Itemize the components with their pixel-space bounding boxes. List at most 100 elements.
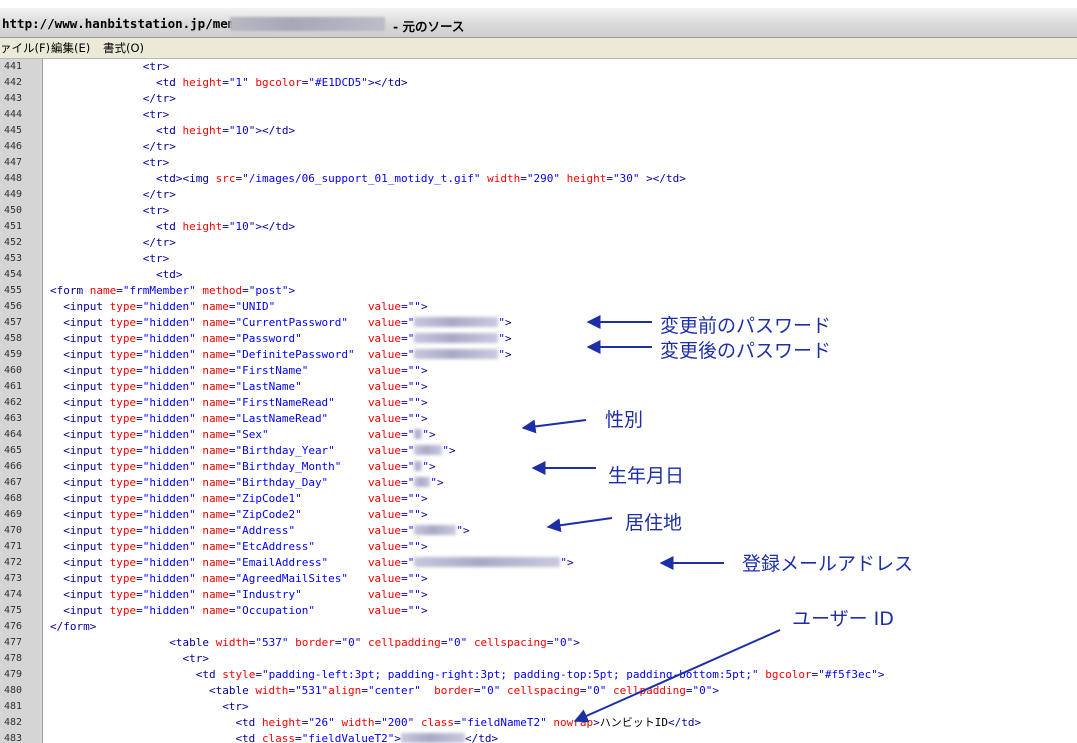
code-tag: <input — [63, 508, 110, 521]
code-value: " — [407, 476, 415, 489]
code-tag: = — [242, 284, 249, 297]
code-tag: <td — [195, 668, 223, 681]
code-value: "" — [407, 572, 421, 585]
code-value: "frmMember" — [122, 284, 196, 297]
code-tag: = — [136, 316, 143, 329]
code-text: <tr> — [50, 699, 249, 715]
annotation-current-password: 変更前のパスワード — [660, 315, 832, 337]
code-tag: <td — [235, 716, 262, 729]
code-tag: </tr> — [142, 188, 176, 201]
code-text: </tr> — [50, 235, 176, 251]
source-view-window: http://www.hanbitstation.jp/memb - 元のソース… — [0, 0, 1077, 743]
code-tag: > — [436, 476, 444, 489]
code-text: <input type="hidden" name="Birthday_Day"… — [50, 475, 444, 491]
code-text: <input type="hidden" name="AgreedMailSit… — [50, 571, 427, 587]
code-attr: value — [367, 556, 402, 569]
code-line: 454 <td> — [0, 267, 1077, 283]
line-number: 442 — [4, 77, 23, 88]
code-value: "" — [407, 300, 421, 313]
code-value: "hidden" — [142, 572, 196, 585]
code-tag: <input — [63, 460, 110, 473]
code-tag: <input — [63, 572, 110, 585]
code-text: <tr> — [50, 107, 170, 123]
code-tag: = — [401, 332, 408, 345]
line-number: 469 — [4, 509, 23, 520]
code-line: 451 <td height="10"></td> — [0, 219, 1077, 235]
code-attr: value — [367, 380, 402, 393]
line-number: 481 — [4, 701, 23, 712]
code-tag — [275, 300, 368, 313]
code-line: 473 <input type="hidden" name="AgreedMai… — [0, 571, 1077, 587]
code-value: "" — [407, 364, 421, 377]
code-value: "post" — [248, 284, 289, 297]
code-tag: = — [685, 684, 693, 697]
code-line: 448 <td><img src = "/images/06_support_01_… — [0, 171, 1077, 187]
code-attr: height — [261, 716, 302, 729]
code-tag: = — [401, 316, 408, 329]
code-value: "0" — [447, 636, 468, 649]
line-number: 450 — [4, 205, 23, 216]
code-attr: type — [109, 380, 137, 393]
code-attr: type — [109, 348, 137, 361]
code-tag: = — [401, 604, 408, 617]
source-code-editor[interactable]: 441 <tr> 442 <td height="1" bgcolor="#E1D… — [0, 59, 1077, 743]
code-value: "hidden" — [142, 604, 196, 617]
menu-format[interactable]: 書式(O) — [103, 40, 144, 56]
code-value: "Sex" — [235, 428, 269, 441]
line-number: 456 — [4, 301, 23, 312]
code-tag: > — [420, 300, 428, 313]
code-text: <form name="frmMember" method="post"> — [50, 283, 295, 299]
code-line: 478 <tr> — [0, 651, 1077, 667]
code-value: " — [407, 348, 415, 361]
line-number: 455 — [4, 285, 23, 296]
code-tag: = — [136, 476, 143, 489]
code-text: <td> — [50, 267, 183, 283]
code-tag: <input — [63, 380, 110, 393]
code-text: <table width="531"align="center" border=… — [50, 683, 719, 699]
code-tag: </tr> — [142, 92, 176, 105]
code-attr: name — [202, 348, 229, 361]
menu-edit[interactable]: 編集(E) — [51, 40, 90, 56]
code-text: <td height="10"></td> — [50, 219, 295, 235]
code-tag: = — [222, 220, 229, 233]
code-attr: height — [182, 220, 223, 233]
code-tag: > — [420, 588, 428, 601]
line-number: 453 — [4, 253, 23, 264]
code-value: "Occupation" — [235, 604, 315, 617]
redacted-value — [414, 317, 499, 327]
code-tag — [308, 364, 368, 377]
code-value: "hidden" — [142, 588, 196, 601]
code-value: "AgreedMailSites" — [235, 572, 349, 585]
code-tag: = — [222, 76, 229, 89]
code-value: "#f5f3ec" — [818, 668, 878, 681]
code-tag: > — [420, 364, 428, 377]
code-value: "UNID" — [235, 300, 276, 313]
code-tag: > — [420, 508, 428, 521]
code-value: " — [498, 316, 505, 329]
code-tag: = — [116, 284, 123, 297]
line-number: 483 — [4, 733, 23, 743]
code-tag: = — [401, 364, 408, 377]
code-attr: value — [367, 316, 402, 329]
code-value: "30" — [613, 172, 640, 185]
menu-file[interactable]: ァイル(F) — [0, 40, 50, 56]
code-attr: name — [202, 412, 229, 425]
code-attr: type — [109, 508, 137, 521]
code-attr: value — [367, 460, 402, 473]
code-line: 445 <td height="10"></td> — [0, 123, 1077, 139]
code-value: "EtcAddress" — [235, 540, 315, 553]
code-value: "Birthday_Month" — [235, 460, 342, 473]
code-attr: value — [367, 492, 402, 505]
code-attr: name — [202, 588, 229, 601]
code-attr: value — [367, 540, 402, 553]
code-tag: = — [136, 540, 143, 553]
